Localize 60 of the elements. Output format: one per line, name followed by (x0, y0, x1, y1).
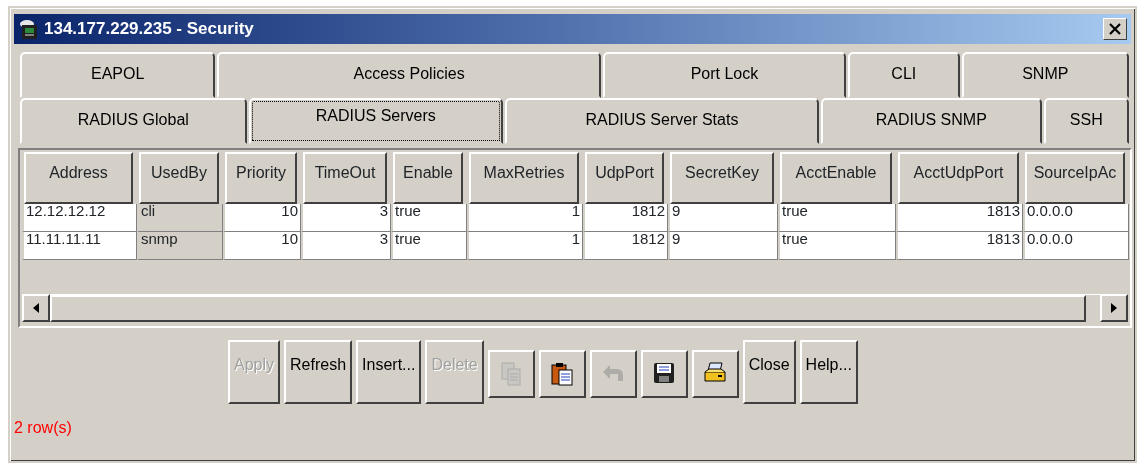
close-button[interactable] (1103, 18, 1127, 40)
table-cell: 1 (467, 232, 583, 260)
clipboard-button[interactable] (538, 350, 586, 398)
table-cell: 1813 (896, 204, 1023, 232)
table-cell: 9 (668, 204, 778, 232)
table-cell: 1 (467, 204, 583, 232)
tab[interactable]: Port Lock (602, 52, 846, 98)
right-arrow-icon (1110, 303, 1118, 313)
tab[interactable]: EAPOL (20, 52, 216, 98)
table-cell: 12.12.12.12 (22, 204, 137, 232)
device-icon (18, 18, 40, 40)
printer-button[interactable] (691, 350, 739, 398)
toolbar-button[interactable]: Help... (799, 340, 858, 404)
column-header[interactable]: Enable (393, 152, 463, 204)
table-cell: 11.11.11.11 (22, 232, 137, 260)
column-header[interactable]: Priority (225, 152, 297, 204)
left-arrow-icon (32, 303, 40, 313)
tab[interactable]: SSH (1043, 98, 1129, 144)
close-icon (1109, 23, 1121, 35)
column-header[interactable]: Address (24, 152, 133, 204)
table-cell: 1812 (583, 232, 668, 260)
scroll-right-button[interactable] (1100, 294, 1128, 322)
table-cell: true (778, 204, 896, 232)
column-header[interactable]: MaxRetries (469, 152, 579, 204)
table-cell: 0.0.0.0 (1023, 204, 1129, 232)
column-header[interactable]: SourceIpAc (1025, 152, 1125, 204)
column-header[interactable]: AcctEnable (780, 152, 892, 204)
tab[interactable]: RADIUS Server Stats (504, 98, 819, 144)
tab[interactable]: Access Policies (217, 52, 601, 98)
tab[interactable]: RADIUS Global (20, 98, 247, 144)
scroll-left-button[interactable] (22, 294, 50, 322)
table-cell: 0.0.0.0 (1023, 232, 1129, 260)
table-cell: 1813 (896, 232, 1023, 260)
table-cell: cli (137, 204, 223, 232)
column-header[interactable]: SecretKey (670, 152, 774, 204)
table-cell: 10 (223, 232, 301, 260)
toolbar-button[interactable]: Refresh (284, 340, 353, 404)
clipboard-icon (549, 361, 576, 387)
tab[interactable]: RADIUS Servers (248, 98, 503, 144)
window-title: 134.177.229.235 - Security (44, 18, 254, 41)
table-cell: true (391, 232, 467, 260)
table-cell: 3 (301, 204, 391, 232)
toolbar-button[interactable]: Close (742, 340, 796, 404)
tab[interactable]: SNMP (961, 52, 1129, 98)
column-header[interactable]: TimeOut (303, 152, 387, 204)
table-cell: snmp (137, 232, 223, 260)
tab[interactable]: CLI (848, 52, 960, 98)
column-header[interactable]: UdpPort (585, 152, 664, 204)
tab[interactable]: RADIUS SNMP (820, 98, 1042, 144)
status-text: 2 row(s) (14, 418, 73, 438)
table-cell: 3 (301, 232, 391, 260)
table-cell: 9 (668, 232, 778, 260)
column-header[interactable]: AcctUdpPort (898, 152, 1019, 204)
table-cell: true (778, 232, 896, 260)
table-cell: 1812 (583, 204, 668, 232)
floppy-disk-button[interactable] (640, 350, 688, 398)
table-cell: 10 (223, 204, 301, 232)
table-cell: true (391, 204, 467, 232)
toolbar-button[interactable]: Insert... (356, 340, 422, 404)
column-header[interactable]: UsedBy (139, 152, 219, 204)
